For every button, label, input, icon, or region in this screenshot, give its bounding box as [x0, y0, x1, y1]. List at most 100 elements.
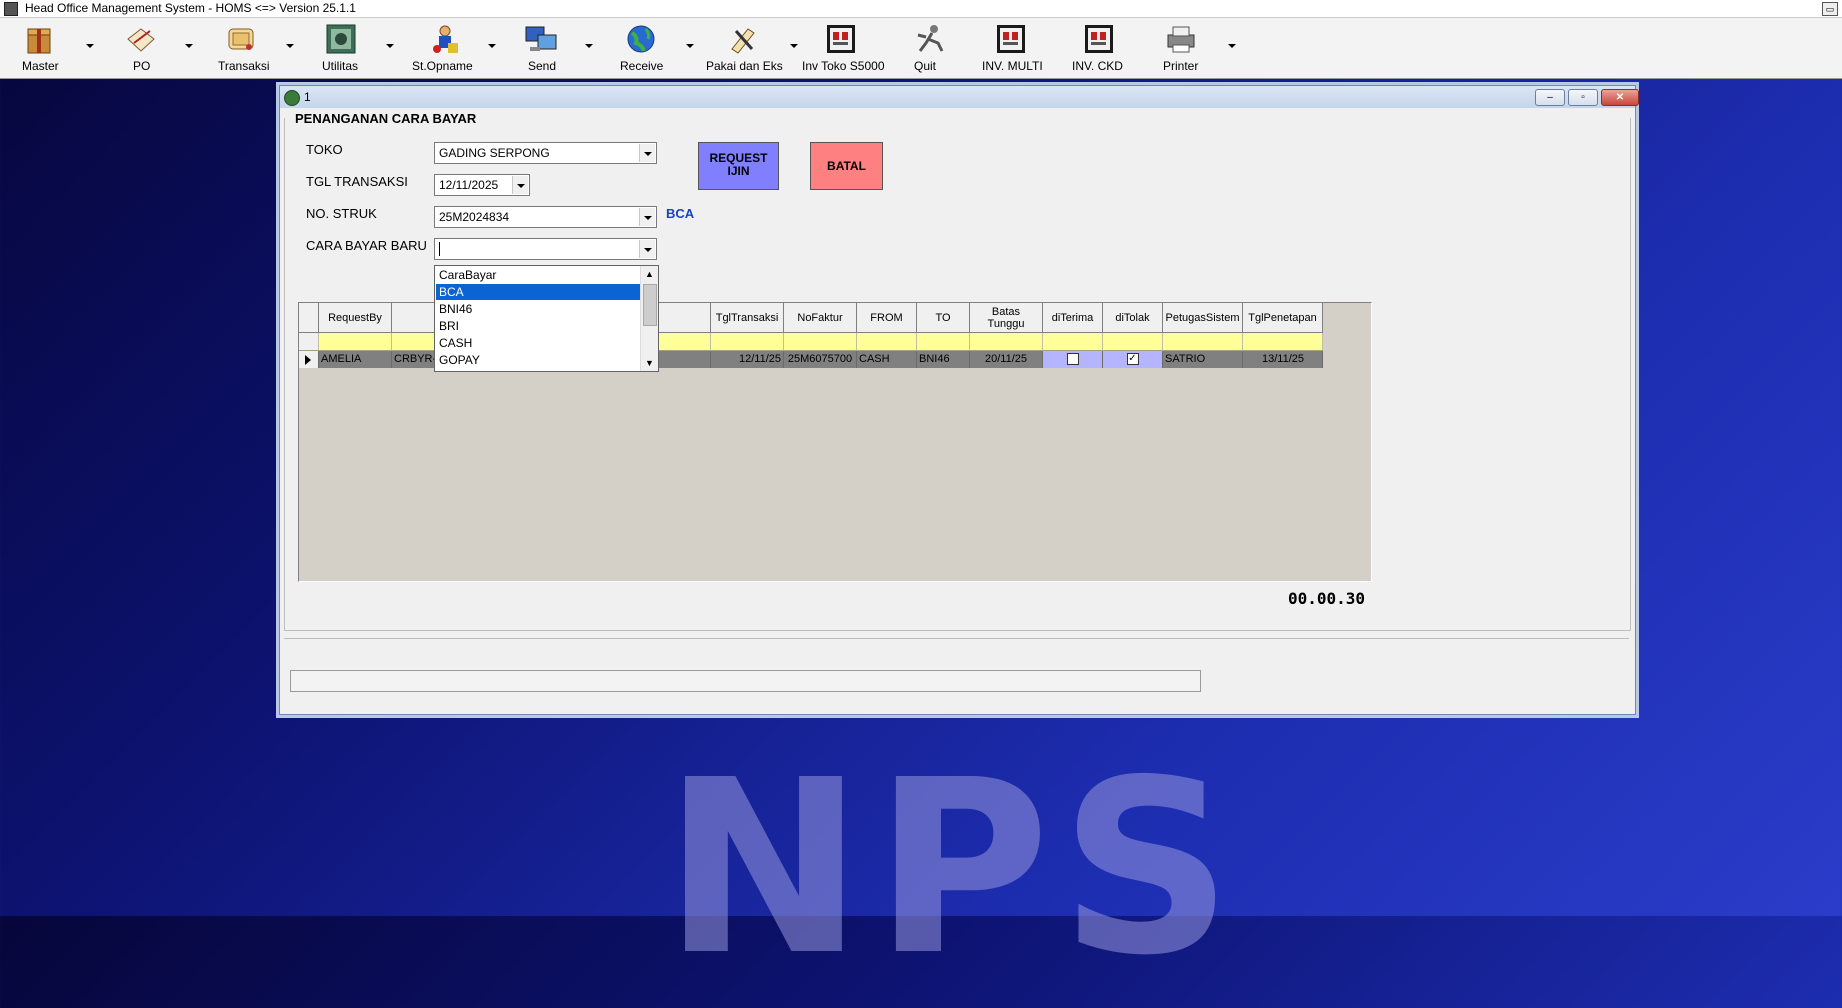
column-header[interactable]: diTolak	[1103, 303, 1163, 333]
toolbar-inv-ckd-button[interactable]: INV. CKD	[1070, 18, 1150, 78]
dropdown-item-gopay[interactable]: GOPAY	[436, 352, 640, 368]
chevron-down-icon[interactable]	[585, 44, 593, 48]
window-icon	[284, 90, 300, 106]
tools-icon	[731, 28, 755, 54]
column-header[interactable]: TglPenetapan	[1243, 303, 1323, 333]
toolbar-inv-multi-button[interactable]: INV. MULTI	[980, 18, 1060, 78]
cell-tgl-penetapan[interactable]: 13/11/25	[1243, 351, 1323, 368]
column-header[interactable]: diTerima	[1043, 303, 1103, 333]
toolbar-quit-button[interactable]: Quit	[908, 18, 968, 78]
toko-label: TOKO	[306, 142, 343, 157]
filter-cell[interactable]	[970, 333, 1043, 351]
chevron-down-icon[interactable]	[86, 44, 94, 48]
close-button[interactable]: ✕	[1601, 89, 1639, 106]
background-logo: NPS	[663, 728, 1243, 1008]
invoice-icon	[997, 25, 1025, 53]
filter-cell[interactable]	[711, 333, 784, 351]
chevron-down-icon[interactable]	[1228, 44, 1236, 48]
filter-cell[interactable]	[784, 333, 857, 351]
row-selector-arrow-icon[interactable]	[299, 351, 319, 368]
chevron-down-icon[interactable]	[286, 44, 294, 48]
filter-cell[interactable]	[1163, 333, 1243, 351]
column-header[interactable]: PetugasSistem	[1163, 303, 1243, 333]
toolbar-utilitas-button[interactable]: Utilitas	[320, 18, 400, 78]
globe-icon	[627, 25, 655, 53]
toolbar-inv-toko-button[interactable]: Inv Toko S5000	[802, 18, 892, 78]
cell-from[interactable]: CASH	[857, 351, 917, 368]
invoice-icon	[827, 25, 855, 53]
minimize-button[interactable]: –	[1535, 89, 1565, 106]
filter-cell[interactable]	[917, 333, 970, 351]
chevron-down-icon[interactable]	[386, 44, 394, 48]
cell-batas-tunggu[interactable]: 20/11/25	[970, 351, 1043, 368]
toolbar-label: Send	[528, 59, 557, 73]
cara-bayar-dropdown-list[interactable]: CaraBayar BCA BNI46 BRI CASH GOPAY ▲ ▼	[434, 265, 659, 372]
column-header[interactable]: RequestBy	[319, 303, 392, 333]
cell-tgl-transaksi[interactable]: 12/11/25	[711, 351, 784, 368]
scrollbar-thumb[interactable]	[643, 284, 657, 326]
scroll-down-icon[interactable]: ▼	[645, 358, 654, 368]
column-header[interactable]: TO	[917, 303, 970, 333]
no-struk-label: NO. STRUK	[306, 206, 377, 221]
window-title-bar[interactable]: 1 – ▫ ✕	[280, 86, 1639, 108]
diterima-checkbox[interactable]	[1066, 353, 1079, 365]
cell-ditolak[interactable]: ✓	[1103, 351, 1163, 368]
chevron-down-icon[interactable]	[639, 144, 655, 162]
toolbar-po-button[interactable]: PO	[120, 18, 200, 78]
toolbar-transaksi-button[interactable]: Transaksi	[218, 18, 298, 78]
dropdown-item-bri[interactable]: BRI	[436, 318, 640, 334]
toolbar-label: Transaksi	[218, 59, 270, 73]
dropdown-scrollbar[interactable]: ▲ ▼	[640, 266, 658, 371]
filter-cell[interactable]	[1103, 333, 1163, 351]
filter-cell[interactable]	[319, 333, 392, 351]
toolbar-send-button[interactable]: Send	[520, 18, 600, 78]
cell-diterima[interactable]	[1043, 351, 1103, 368]
dropdown-item-cash[interactable]: CASH	[436, 335, 640, 351]
column-header[interactable]: FROM	[857, 303, 917, 333]
filter-cell[interactable]	[857, 333, 917, 351]
dropdown-item-bca[interactable]: BCA	[436, 284, 640, 300]
column-header[interactable]: TglTransaksi	[711, 303, 784, 333]
toolbar-label: PO	[133, 59, 151, 73]
column-header[interactable]: Batas Tunggu	[970, 303, 1043, 333]
chevron-down-icon[interactable]	[686, 44, 694, 48]
toolbar-label: Quit	[914, 59, 937, 73]
toolbar-printer-button[interactable]: Printer	[1162, 18, 1242, 78]
chevron-down-icon[interactable]	[639, 240, 655, 258]
batal-button[interactable]: BATAL	[810, 142, 883, 190]
tgl-transaksi-datepicker[interactable]: 12/11/2025	[434, 174, 530, 196]
toolbar-label: Inv Toko S5000	[802, 59, 885, 73]
elapsed-timer: 00.00.30	[1288, 589, 1366, 608]
scroll-up-icon[interactable]: ▲	[645, 269, 654, 279]
dropdown-item-bni46[interactable]: BNI46	[436, 301, 640, 317]
column-header[interactable]: NoFaktur	[784, 303, 857, 333]
cell-request-by[interactable]: AMELIA	[319, 351, 392, 368]
toolbar-stopname-button[interactable]: St.Opname	[410, 18, 500, 78]
filter-cell[interactable]	[1043, 333, 1103, 351]
text-cursor	[439, 242, 440, 256]
no-struk-select[interactable]: 25M2024834	[434, 206, 657, 228]
cell-to[interactable]: BNI46	[917, 351, 970, 368]
request-ijin-button[interactable]: REQUEST IJIN	[698, 142, 779, 190]
pen-paper-icon	[127, 28, 155, 52]
struk-payment-label: BCA	[666, 206, 695, 221]
money-icon	[326, 24, 356, 54]
cell-no-faktur[interactable]: 25M6075700	[784, 351, 857, 368]
toolbar-receive-button[interactable]: Receive	[620, 18, 700, 78]
filter-cell[interactable]	[1243, 333, 1323, 351]
chevron-down-icon[interactable]	[790, 44, 798, 48]
maximize-button[interactable]: ▭	[1822, 2, 1838, 16]
toko-select[interactable]: GADING SERPONG	[434, 142, 657, 164]
chevron-down-icon[interactable]	[639, 208, 655, 226]
chevron-down-icon[interactable]	[185, 44, 193, 48]
package-icon	[27, 28, 51, 54]
no-struk-value: 25M2024834	[439, 210, 510, 224]
toolbar-master-button[interactable]: Master	[18, 18, 98, 78]
ditolak-checkbox[interactable]: ✓	[1126, 353, 1139, 365]
cara-bayar-baru-select[interactable]	[434, 238, 657, 260]
cell-petugas[interactable]: SATRIO	[1163, 351, 1243, 368]
toolbar-pakai-dan-eks-button[interactable]: Pakai dan Eks	[704, 18, 804, 78]
chevron-down-icon[interactable]	[512, 176, 528, 194]
chevron-down-icon[interactable]	[488, 44, 496, 48]
restore-button[interactable]: ▫	[1568, 89, 1598, 106]
